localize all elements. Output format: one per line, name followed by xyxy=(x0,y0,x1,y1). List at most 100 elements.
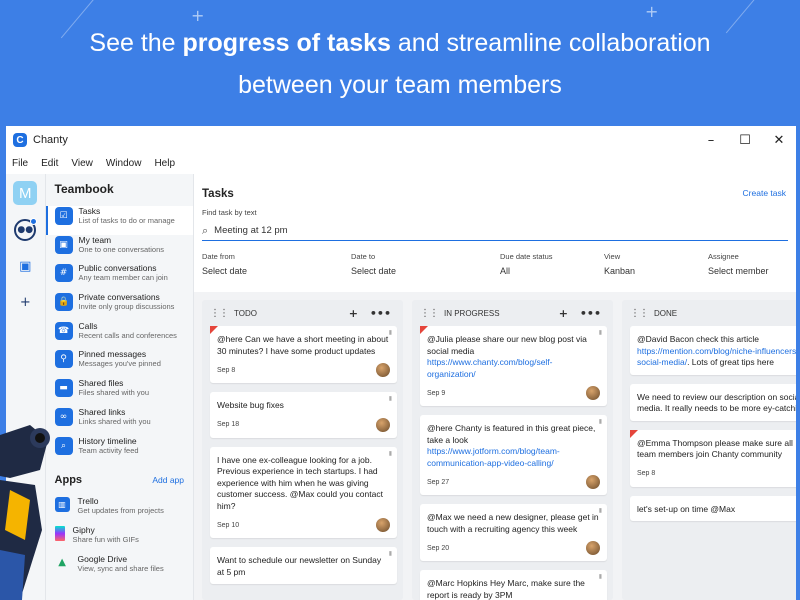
assignee-avatar[interactable] xyxy=(376,363,390,377)
app-window: C Chanty – ☐ ✕ File Edit View Window Hel… xyxy=(6,126,796,600)
minimize-button[interactable]: – xyxy=(694,133,728,148)
chat-icon[interactable]: ●● xyxy=(14,218,38,241)
sidebar-item-subtitle: One to one conversations xyxy=(78,244,165,254)
column-title: IN PROGRESS xyxy=(444,308,500,318)
maximize-button[interactable]: ☐ xyxy=(728,133,762,148)
task-card[interactable]: ▮ I have one ex-colleague looking for a … xyxy=(210,446,397,538)
app-item-trello[interactable]: ▥ Trello Get updates from projects xyxy=(46,496,193,525)
task-card[interactable]: ▮ @Max we need a new designer, please ge… xyxy=(420,504,607,561)
find-task-label: Find task by text xyxy=(202,208,257,217)
sidebar-item-subtitle: Recent calls and conferences xyxy=(78,330,177,340)
filter-value[interactable]: Select member xyxy=(708,266,788,276)
task-card[interactable]: ▮ @Marc Hopkins Hey Marc, make sure the … xyxy=(420,570,607,600)
more-options-icon[interactable]: ••• xyxy=(580,307,601,320)
team-name: Teambook xyxy=(54,182,114,196)
task-card[interactable]: ▮ @here Can we have a short meeting in a… xyxy=(210,326,397,383)
menu-edit[interactable]: Edit xyxy=(41,158,58,169)
task-card[interactable]: ▮ @David Bacon check this article https:… xyxy=(630,326,796,375)
drag-handle-icon[interactable]: ⋮⋮ xyxy=(420,308,439,319)
filter-assignee[interactable]: Assignee Select member xyxy=(708,251,788,276)
task-card[interactable]: ▮ @Julia please share our new blog post … xyxy=(420,326,607,406)
more-options-icon[interactable]: ••• xyxy=(370,307,391,320)
card-text: @here Can we have a short meeting in abo… xyxy=(217,334,389,356)
lock-icon: ▮ xyxy=(598,574,602,580)
app-item-giphy[interactable]: Giphy Share fun with GIFs xyxy=(46,525,193,554)
filter-value[interactable]: Kanban xyxy=(604,266,708,276)
sidebar-item-title: Public conversations xyxy=(78,263,157,274)
drag-handle-icon[interactable]: ⋮⋮ xyxy=(630,308,649,319)
sidebar-item-history-timeline[interactable]: ⌕ History timeline Team activity feed xyxy=(46,436,193,465)
sidebar-item-subtitle: Invite only group discussions xyxy=(78,302,175,312)
sidebar-item-subtitle: Team activity feed xyxy=(78,445,139,455)
task-card[interactable]: ▮ Want to schedule our newsletter on Sun… xyxy=(210,547,397,584)
column-title: TODO xyxy=(234,308,257,318)
sidebar-item-subtitle: Any team member can join xyxy=(78,273,168,283)
sidebar-item-subtitle: List of tasks to do or manage xyxy=(78,216,175,225)
assignee-avatar[interactable] xyxy=(586,475,600,489)
menu-help[interactable]: Help xyxy=(154,158,175,169)
sidebar-item-shared-files[interactable]: ▬ Shared files Files shared with you xyxy=(46,378,193,407)
task-card[interactable]: ▮ let's set-up on time @Max xyxy=(630,495,796,521)
tasks-panel: Tasks Create task Find task by text ⌕ Da… xyxy=(194,174,796,600)
sidebar-item-tasks[interactable]: ☑ Tasks List of tasks to do or manage xyxy=(45,206,193,235)
filter-due-date-status[interactable]: Due date status All xyxy=(500,251,604,276)
search-field: ⌕ xyxy=(202,221,788,241)
plus-icon[interactable]: + xyxy=(14,291,36,313)
close-button[interactable]: ✕ xyxy=(762,133,796,148)
team-avatar[interactable]: M xyxy=(13,181,38,205)
task-card[interactable]: ▮ @Emma Thompson please make sure all te… xyxy=(630,429,796,487)
search-icon: ⌕ xyxy=(202,223,209,237)
sidebar-item-subtitle: Links shared with you xyxy=(78,416,151,426)
title-bar: C Chanty – ☐ ✕ xyxy=(6,126,796,154)
card-text: We need to review our description on soc… xyxy=(637,391,796,414)
menu-view[interactable]: View xyxy=(71,158,93,169)
sidebar-item-shared-links[interactable]: ∞ Shared links Links shared with you xyxy=(46,407,193,436)
contacts-icon[interactable]: ▣ xyxy=(14,255,36,277)
filter-date-from[interactable]: Date from Select date xyxy=(202,251,351,276)
column-title: DONE xyxy=(654,308,678,318)
task-card[interactable]: ▮ Website bug fixes Sep 18 xyxy=(210,392,397,438)
sidebar-item-subtitle: Files shared with you xyxy=(78,388,149,398)
add-card-icon[interactable]: + xyxy=(559,307,568,320)
filter-value[interactable]: Select date xyxy=(202,266,351,276)
lock-icon: ▮ xyxy=(388,450,392,457)
sidebar-item-pinned-messages[interactable]: ⚲ Pinned messages Messages you've pinned xyxy=(46,349,193,378)
assignee-avatar[interactable] xyxy=(586,386,600,400)
pin-icon: ⚲ xyxy=(54,350,73,369)
add-app-link[interactable]: Add app xyxy=(152,475,184,485)
card-link[interactable]: https://www.jotform.com/blog/team-commun… xyxy=(427,446,560,468)
task-card[interactable]: ▮ @here Chanty is featured in this great… xyxy=(420,415,607,495)
headline: See the progress of tasks and streamline… xyxy=(89,29,711,99)
app-subtitle: View, sync and share files xyxy=(77,563,164,573)
sidebar-item-private-conversations[interactable]: 🔒 Private conversations Invite only grou… xyxy=(46,292,193,321)
sidebar-item-calls[interactable]: ☎ Calls Recent calls and conferences xyxy=(46,321,193,350)
app-item-google-drive[interactable]: ▲ Google Drive View, sync and share file… xyxy=(46,554,193,583)
lock-icon: ▮ xyxy=(388,551,392,557)
page-title: Tasks xyxy=(202,188,234,200)
filter-value[interactable]: Select date xyxy=(351,266,500,276)
task-card[interactable]: ▮ We need to review our description on s… xyxy=(630,383,796,421)
add-card-icon[interactable]: + xyxy=(349,307,358,320)
card-link[interactable]: https://www.chanty.com/blog/self-organiz… xyxy=(427,357,553,379)
create-task-button[interactable]: Create task xyxy=(743,188,786,200)
assignee-avatar[interactable] xyxy=(586,541,600,555)
menu-window[interactable]: Window xyxy=(106,158,142,169)
decor-plus-icon: + xyxy=(645,2,659,21)
menu-file[interactable]: File xyxy=(12,158,28,169)
card-date: Sep 27 xyxy=(427,478,450,486)
card-text: @Julia please share our new blog post vi… xyxy=(427,334,587,356)
assignee-avatar[interactable] xyxy=(376,417,390,432)
sidebar-item-public-conversations[interactable]: # Public conversations Any team member c… xyxy=(46,263,193,292)
app-title: Google Drive xyxy=(77,553,128,564)
filter-value[interactable]: All xyxy=(500,266,604,276)
filter-label: Assignee xyxy=(708,252,739,261)
filter-view[interactable]: View Kanban xyxy=(604,251,708,276)
assignee-avatar[interactable] xyxy=(376,518,390,532)
sidebar-item-subtitle: Messages you've pinned xyxy=(78,359,161,369)
card-text: @David Bacon check this article xyxy=(637,334,760,344)
sidebar-item-my-team[interactable]: ▣ My team One to one conversations xyxy=(46,235,193,264)
filter-date-to[interactable]: Date to Select date xyxy=(351,251,500,276)
sidebar-item-title: Private conversations xyxy=(78,292,160,303)
search-input[interactable] xyxy=(214,225,788,236)
drag-handle-icon[interactable]: ⋮⋮ xyxy=(210,308,229,319)
